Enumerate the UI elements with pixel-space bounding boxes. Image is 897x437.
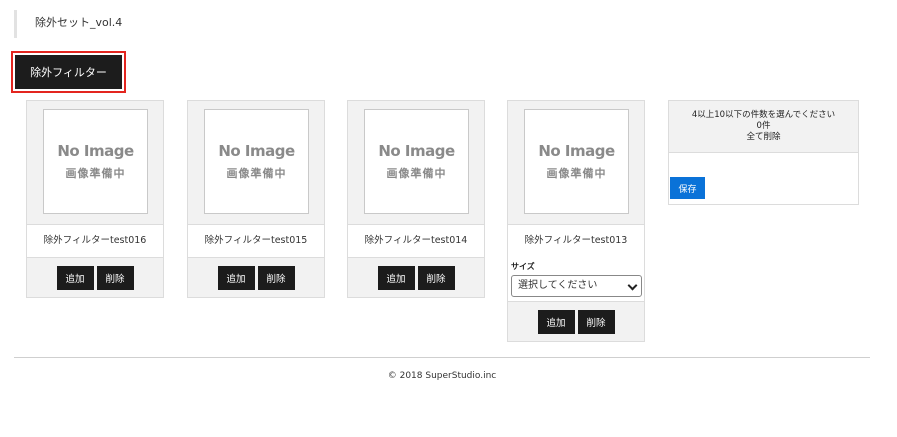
footer-divider [14, 357, 870, 358]
no-image-subtitle: 画像準備中 [546, 167, 607, 180]
no-image-title: No Image [538, 142, 615, 160]
card-name: 除外フィルターtest014 [364, 235, 468, 246]
no-image-placeholder: No Image 画像準備中 [364, 109, 469, 214]
card-name: 除外フィルターtest013 [524, 235, 628, 246]
no-image-title: No Image [378, 142, 455, 160]
product-card: No Image 画像準備中 除外フィルターtest014 追加 削除 [347, 100, 485, 298]
exclusion-filter-button[interactable]: 除外フィルター [15, 55, 122, 89]
product-card: No Image 画像準備中 除外フィルターtest013 サイズ 選択してくだ… [507, 100, 645, 342]
no-image-placeholder: No Image 画像準備中 [204, 109, 309, 214]
card-actions: 追加 削除 [27, 257, 163, 297]
add-button[interactable]: 追加 [537, 309, 575, 334]
no-image-subtitle: 画像準備中 [386, 167, 447, 180]
no-image-subtitle: 画像準備中 [65, 167, 126, 180]
card-actions: 追加 削除 [188, 257, 324, 297]
add-button[interactable]: 追加 [56, 265, 94, 290]
delete-button[interactable]: 削除 [417, 265, 455, 290]
product-card: No Image 画像準備中 除外フィルターtest016 追加 削除 [26, 100, 164, 298]
card-name: 除外フィルターtest016 [43, 235, 147, 246]
no-image-title: No Image [57, 142, 134, 160]
selection-count: 0件 [756, 121, 771, 131]
selection-instruction: 4以上10以下の件数を選んでください [691, 110, 836, 120]
save-button[interactable]: 保存 [670, 177, 705, 199]
product-card: No Image 画像準備中 除外フィルターtest015 追加 削除 [187, 100, 325, 298]
delete-button[interactable]: 削除 [577, 309, 615, 334]
size-selector-area: サイズ 選択してください [508, 257, 644, 301]
no-image-placeholder: No Image 画像準備中 [524, 109, 629, 214]
card-name: 除外フィルターtest015 [204, 235, 308, 246]
chevron-down-icon [627, 280, 638, 291]
card-image-area: No Image 画像準備中 [348, 101, 484, 225]
card-image-area: No Image 画像準備中 [27, 101, 163, 225]
delete-all-link[interactable]: 全て削除 [669, 132, 858, 143]
page-title-text: 除外セット_vol.4 [35, 16, 123, 29]
page-title: 除外セット_vol.4 [14, 10, 122, 38]
size-select-value: 選択してください [518, 280, 598, 291]
delete-button[interactable]: 削除 [257, 265, 295, 290]
selection-panel: 4以上10以下の件数を選んでください 0件 全て削除 保存 [668, 100, 859, 205]
no-image-title: No Image [218, 142, 295, 160]
size-select[interactable]: 選択してください [511, 275, 642, 297]
no-image-placeholder: No Image 画像準備中 [43, 109, 148, 214]
add-button[interactable]: 追加 [217, 265, 255, 290]
card-image-area: No Image 画像準備中 [508, 101, 644, 225]
delete-button[interactable]: 削除 [96, 265, 134, 290]
selection-panel-header: 4以上10以下の件数を選んでください 0件 全て削除 [669, 101, 858, 153]
filter-button-highlight: 除外フィルター [11, 51, 126, 93]
card-actions: 追加 削除 [508, 301, 644, 341]
no-image-subtitle: 画像準備中 [226, 167, 287, 180]
card-actions: 追加 削除 [348, 257, 484, 297]
add-button[interactable]: 追加 [377, 265, 415, 290]
copyright: © 2018 SuperStudio.inc [387, 371, 497, 381]
card-image-area: No Image 画像準備中 [188, 101, 324, 225]
size-label: サイズ [511, 262, 535, 271]
